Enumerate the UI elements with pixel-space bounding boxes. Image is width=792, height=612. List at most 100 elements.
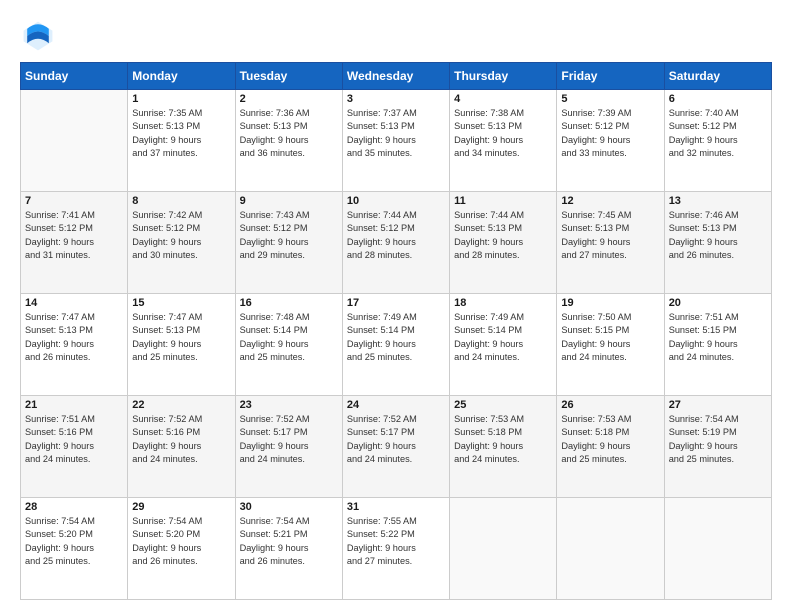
day-number: 12 <box>561 195 659 207</box>
day-cell: 12 Sunrise: 7:45 AMSunset: 5:13 PMDayligh… <box>557 192 664 294</box>
week-row-2: 7 Sunrise: 7:41 AMSunset: 5:12 PMDaylight… <box>21 192 772 294</box>
day-cell: 27 Sunrise: 7:54 AMSunset: 5:19 PMDayligh… <box>664 396 771 498</box>
day-cell: 29 Sunrise: 7:54 AMSunset: 5:20 PMDayligh… <box>128 498 235 600</box>
day-number: 23 <box>240 399 338 411</box>
day-cell: 6 Sunrise: 7:40 AMSunset: 5:12 PMDaylight… <box>664 90 771 192</box>
day-info: Sunrise: 7:52 AMSunset: 5:17 PMDaylight:… <box>347 413 445 466</box>
day-cell: 18 Sunrise: 7:49 AMSunset: 5:14 PMDayligh… <box>450 294 557 396</box>
day-info: Sunrise: 7:40 AMSunset: 5:12 PMDaylight:… <box>669 107 767 160</box>
col-header-thursday: Thursday <box>450 63 557 90</box>
day-number: 13 <box>669 195 767 207</box>
day-number: 24 <box>347 399 445 411</box>
day-cell <box>450 498 557 600</box>
day-number: 19 <box>561 297 659 309</box>
day-cell: 9Sunrise: 7:43 AMSunset: 5:12 PMDaylight… <box>235 192 342 294</box>
day-info: Sunrise: 7:35 AMSunset: 5:13 PMDaylight:… <box>132 107 230 160</box>
day-info: Sunrise: 7:54 AMSunset: 5:20 PMDaylight:… <box>132 515 230 568</box>
col-header-friday: Friday <box>557 63 664 90</box>
day-info: Sunrise: 7:53 AMSunset: 5:18 PMDaylight:… <box>561 413 659 466</box>
logo-icon <box>20 18 56 54</box>
day-info: Sunrise: 7:51 AMSunset: 5:16 PMDaylight:… <box>25 413 123 466</box>
week-row-3: 14 Sunrise: 7:47 AMSunset: 5:13 PMDayligh… <box>21 294 772 396</box>
col-header-sunday: Sunday <box>21 63 128 90</box>
day-number: 4 <box>454 93 552 105</box>
day-cell: 31Sunrise: 7:55 AMSunset: 5:22 PMDayligh… <box>342 498 449 600</box>
day-info: Sunrise: 7:39 AMSunset: 5:12 PMDaylight:… <box>561 107 659 160</box>
day-info: Sunrise: 7:48 AMSunset: 5:14 PMDaylight:… <box>240 311 338 364</box>
day-info: Sunrise: 7:47 AMSunset: 5:13 PMDaylight:… <box>132 311 230 364</box>
day-number: 20 <box>669 297 767 309</box>
day-info: Sunrise: 7:52 AMSunset: 5:16 PMDaylight:… <box>132 413 230 466</box>
calendar-header-row: SundayMondayTuesdayWednesdayThursdayFrid… <box>21 63 772 90</box>
day-number: 14 <box>25 297 123 309</box>
page: SundayMondayTuesdayWednesdayThursdayFrid… <box>0 0 792 612</box>
day-cell: 13 Sunrise: 7:46 AMSunset: 5:13 PMDayligh… <box>664 192 771 294</box>
day-info: Sunrise: 7:49 AMSunset: 5:14 PMDaylight:… <box>454 311 552 364</box>
day-cell: 14 Sunrise: 7:47 AMSunset: 5:13 PMDayligh… <box>21 294 128 396</box>
day-cell: 24 Sunrise: 7:52 AMSunset: 5:17 PMDayligh… <box>342 396 449 498</box>
header <box>20 18 772 54</box>
day-info: Sunrise: 7:38 AMSunset: 5:13 PMDaylight:… <box>454 107 552 160</box>
day-info: Sunrise: 7:51 AMSunset: 5:15 PMDaylight:… <box>669 311 767 364</box>
day-number: 7 <box>25 195 123 207</box>
day-cell: 26 Sunrise: 7:53 AMSunset: 5:18 PMDayligh… <box>557 396 664 498</box>
day-info: Sunrise: 7:54 AMSunset: 5:19 PMDaylight:… <box>669 413 767 466</box>
day-number: 6 <box>669 93 767 105</box>
day-number: 27 <box>669 399 767 411</box>
day-info: Sunrise: 7:41 AMSunset: 5:12 PMDaylight:… <box>25 209 123 262</box>
day-cell: 1Sunrise: 7:35 AMSunset: 5:13 PMDaylight… <box>128 90 235 192</box>
day-cell: 21 Sunrise: 7:51 AMSunset: 5:16 PMDayligh… <box>21 396 128 498</box>
day-cell: 22 Sunrise: 7:52 AMSunset: 5:16 PMDayligh… <box>128 396 235 498</box>
day-number: 10 <box>347 195 445 207</box>
day-cell: 25Sunrise: 7:53 AMSunset: 5:18 PMDayligh… <box>450 396 557 498</box>
col-header-wednesday: Wednesday <box>342 63 449 90</box>
day-cell: 16 Sunrise: 7:48 AMSunset: 5:14 PMDayligh… <box>235 294 342 396</box>
day-cell: 4 Sunrise: 7:38 AMSunset: 5:13 PMDaylight… <box>450 90 557 192</box>
day-number: 8 <box>132 195 230 207</box>
day-number: 25 <box>454 399 552 411</box>
col-header-saturday: Saturday <box>664 63 771 90</box>
day-number: 15 <box>132 297 230 309</box>
day-cell: 3Sunrise: 7:37 AMSunset: 5:13 PMDaylight… <box>342 90 449 192</box>
day-number: 5 <box>561 93 659 105</box>
day-cell: 7 Sunrise: 7:41 AMSunset: 5:12 PMDaylight… <box>21 192 128 294</box>
day-cell: 30 Sunrise: 7:54 AMSunset: 5:21 PMDayligh… <box>235 498 342 600</box>
week-row-1: 1Sunrise: 7:35 AMSunset: 5:13 PMDaylight… <box>21 90 772 192</box>
day-number: 11 <box>454 195 552 207</box>
day-number: 21 <box>25 399 123 411</box>
day-number: 26 <box>561 399 659 411</box>
day-cell: 10 Sunrise: 7:44 AMSunset: 5:12 PMDayligh… <box>342 192 449 294</box>
day-cell: 19 Sunrise: 7:50 AMSunset: 5:15 PMDayligh… <box>557 294 664 396</box>
day-number: 22 <box>132 399 230 411</box>
day-number: 9 <box>240 195 338 207</box>
day-info: Sunrise: 7:54 AMSunset: 5:20 PMDaylight:… <box>25 515 123 568</box>
day-cell: 20 Sunrise: 7:51 AMSunset: 5:15 PMDayligh… <box>664 294 771 396</box>
day-cell: 11Sunrise: 7:44 AMSunset: 5:13 PMDayligh… <box>450 192 557 294</box>
day-cell: 2 Sunrise: 7:36 AMSunset: 5:13 PMDaylight… <box>235 90 342 192</box>
calendar: SundayMondayTuesdayWednesdayThursdayFrid… <box>20 62 772 600</box>
day-cell: 28 Sunrise: 7:54 AMSunset: 5:20 PMDayligh… <box>21 498 128 600</box>
day-info: Sunrise: 7:54 AMSunset: 5:21 PMDaylight:… <box>240 515 338 568</box>
day-number: 2 <box>240 93 338 105</box>
day-number: 29 <box>132 501 230 513</box>
day-cell: 15 Sunrise: 7:47 AMSunset: 5:13 PMDayligh… <box>128 294 235 396</box>
day-info: Sunrise: 7:55 AMSunset: 5:22 PMDaylight:… <box>347 515 445 568</box>
col-header-monday: Monday <box>128 63 235 90</box>
day-info: Sunrise: 7:46 AMSunset: 5:13 PMDaylight:… <box>669 209 767 262</box>
day-info: Sunrise: 7:44 AMSunset: 5:12 PMDaylight:… <box>347 209 445 262</box>
day-info: Sunrise: 7:37 AMSunset: 5:13 PMDaylight:… <box>347 107 445 160</box>
day-info: Sunrise: 7:50 AMSunset: 5:15 PMDaylight:… <box>561 311 659 364</box>
day-info: Sunrise: 7:36 AMSunset: 5:13 PMDaylight:… <box>240 107 338 160</box>
day-info: Sunrise: 7:47 AMSunset: 5:13 PMDaylight:… <box>25 311 123 364</box>
day-info: Sunrise: 7:45 AMSunset: 5:13 PMDaylight:… <box>561 209 659 262</box>
day-number: 16 <box>240 297 338 309</box>
day-number: 28 <box>25 501 123 513</box>
day-number: 18 <box>454 297 552 309</box>
day-info: Sunrise: 7:42 AMSunset: 5:12 PMDaylight:… <box>132 209 230 262</box>
day-cell <box>557 498 664 600</box>
day-cell <box>664 498 771 600</box>
day-cell: 17Sunrise: 7:49 AMSunset: 5:14 PMDayligh… <box>342 294 449 396</box>
day-number: 30 <box>240 501 338 513</box>
day-number: 17 <box>347 297 445 309</box>
day-cell <box>21 90 128 192</box>
